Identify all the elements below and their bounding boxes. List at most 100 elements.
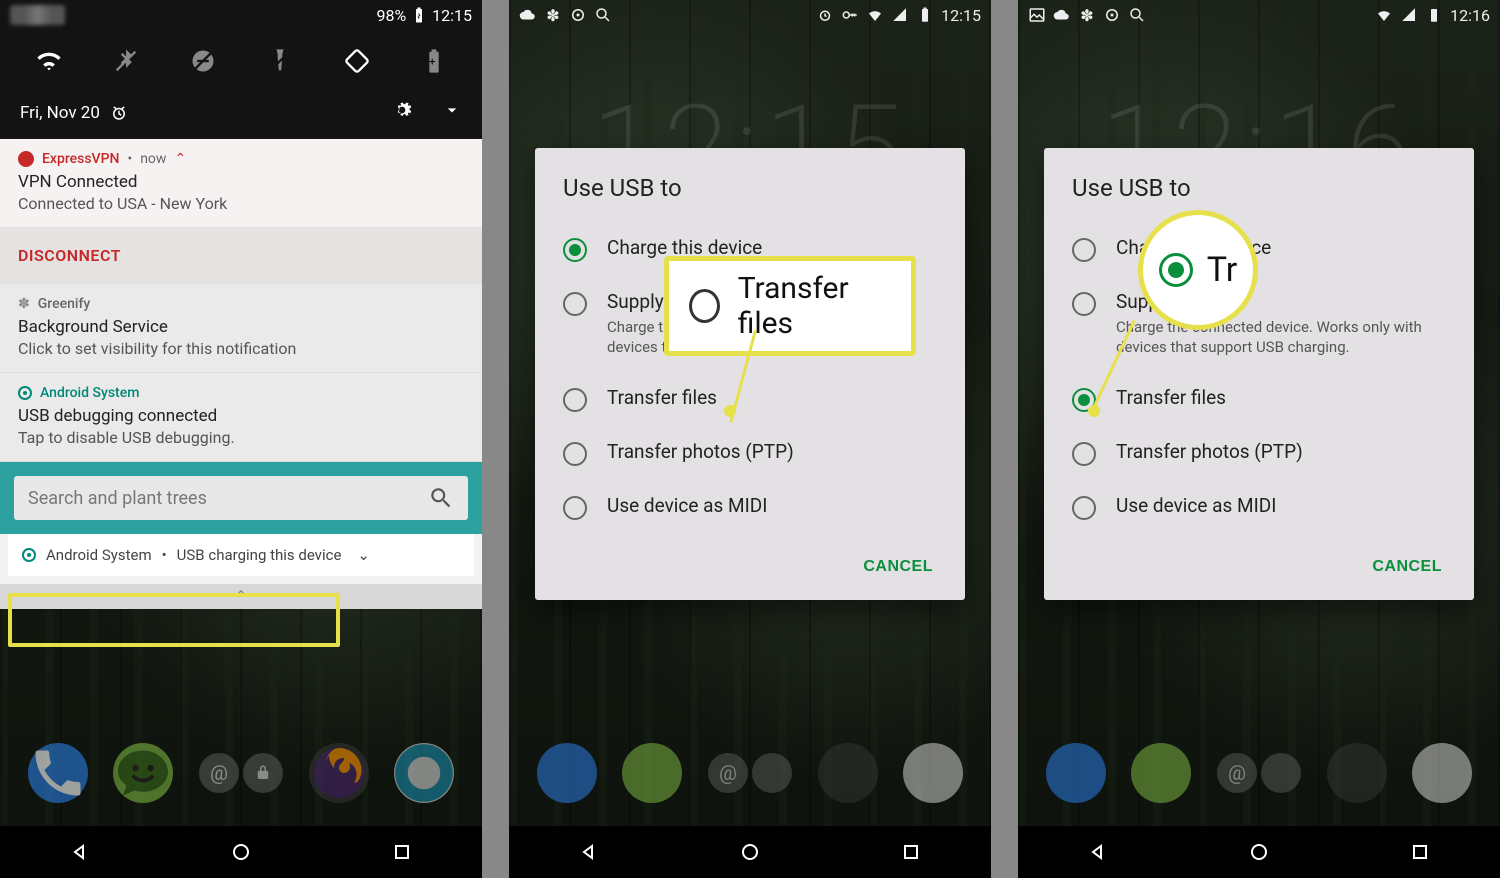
image-icon	[1028, 6, 1046, 24]
battery-percent: 98%	[376, 6, 406, 25]
leaf-icon: ✽	[1078, 6, 1096, 24]
recents-button[interactable]	[895, 836, 927, 868]
radio-icon	[1072, 496, 1096, 520]
wifi-toggle[interactable]	[33, 45, 65, 77]
notif-when: now	[140, 151, 166, 167]
status-time: 12:15	[432, 6, 472, 25]
leaf-icon: ✽	[544, 6, 562, 24]
radio-label: Transfer photos (PTP)	[1116, 440, 1303, 463]
radio-icon	[1072, 238, 1096, 262]
quick-settings-header: 98% 12:15 Fri, Nov 20	[0, 0, 482, 139]
firefox-app-icon[interactable]	[818, 743, 878, 803]
wifi-icon	[1375, 6, 1393, 24]
nav-bar	[509, 826, 991, 878]
radio-midi[interactable]: Use device as MIDI	[1072, 480, 1446, 534]
lock-app-icon[interactable]	[243, 753, 283, 793]
phone-2-usb-dialog-select: 12:15 ✽ 12:15 @ Use USB to Cha	[509, 0, 991, 878]
search-icon	[1128, 6, 1146, 24]
radio-selected-icon	[1159, 253, 1193, 287]
callout-dot	[724, 405, 736, 417]
usb-dialog: Use USB to Charge this device Supply pow…	[535, 148, 965, 600]
browser-app-icon[interactable]	[394, 743, 454, 803]
expand-icon[interactable]	[442, 100, 462, 125]
battery-charging-icon	[1425, 6, 1443, 24]
collapsed-app: Android System	[46, 546, 152, 564]
phone-app-icon[interactable]	[28, 743, 88, 803]
quick-settings-row	[0, 30, 482, 92]
back-button[interactable]	[64, 836, 96, 868]
recents-button[interactable]	[386, 836, 418, 868]
email-app-icon[interactable]: @	[708, 753, 748, 793]
cancel-button[interactable]: CANCEL	[1362, 550, 1452, 584]
search-input[interactable]: Search and plant trees	[14, 476, 468, 520]
phone-app-icon[interactable]	[1046, 743, 1106, 803]
callout-dot	[1088, 405, 1100, 417]
nav-bar	[0, 826, 482, 878]
notification-greenify[interactable]: ✽Greenify Background Service Click to se…	[0, 284, 482, 373]
phone-1-notification-shade: 12:15 @ 98% 12:15	[0, 0, 482, 878]
dock: @	[1018, 728, 1500, 818]
dock: @	[0, 728, 482, 818]
email-app-icon[interactable]: @	[1217, 753, 1257, 793]
cancel-button[interactable]: CANCEL	[853, 550, 943, 584]
notification-expressvpn[interactable]: ExpressVPN • now ⌃ VPN Connected Connect…	[0, 139, 482, 228]
radio-icon	[563, 238, 587, 262]
notif-text: Click to set visibility for this notific…	[18, 339, 464, 358]
phone-app-icon[interactable]	[537, 743, 597, 803]
nav-bar	[1018, 826, 1500, 878]
signal-icon	[1400, 6, 1418, 24]
lock-app-icon[interactable]	[1261, 753, 1301, 793]
notification-adb[interactable]: Android System USB debugging connected T…	[0, 373, 482, 462]
battery-saver-toggle[interactable]	[418, 45, 450, 77]
vpn-disconnect-action[interactable]: DISCONNECT	[0, 228, 482, 284]
home-button[interactable]	[225, 836, 257, 868]
lock-app-icon[interactable]	[752, 753, 792, 793]
radio-icon	[563, 292, 587, 316]
shade-handle[interactable]: ⌃	[0, 584, 482, 609]
status-bar: ✽ 12:15	[509, 0, 991, 30]
notification-shade: 98% 12:15 Fri, Nov 20	[0, 0, 482, 609]
messages-app-icon[interactable]	[113, 743, 173, 803]
radio-supply-power[interactable]: Supply powerCharge the connected device.…	[1072, 276, 1446, 372]
carrier-label	[10, 5, 65, 25]
home-button[interactable]	[734, 836, 766, 868]
callout-transfer-files: Transfer files	[664, 256, 916, 356]
browser-app-icon[interactable]	[1412, 743, 1472, 803]
vpn-key-icon	[1350, 6, 1368, 24]
radio-charge-device[interactable]: Charge this device	[1072, 222, 1446, 276]
radio-label: Use device as MIDI	[607, 494, 767, 517]
back-button[interactable]	[1082, 836, 1114, 868]
alarm-icon	[816, 6, 834, 24]
collapse-icon[interactable]: ⌃	[174, 151, 186, 167]
email-app-icon[interactable]: @	[199, 753, 239, 793]
recents-button[interactable]	[1404, 836, 1436, 868]
status-time: 12:15	[941, 6, 981, 25]
dnd-toggle[interactable]	[187, 45, 219, 77]
home-button[interactable]	[1243, 836, 1275, 868]
radio-transfer-photos[interactable]: Transfer photos (PTP)	[1072, 426, 1446, 480]
rotate-toggle[interactable]	[341, 45, 373, 77]
battery-charging-icon	[410, 6, 428, 24]
flashlight-toggle[interactable]	[264, 45, 296, 77]
android-system-icon	[22, 548, 36, 562]
firefox-app-icon[interactable]	[309, 743, 369, 803]
dialog-title: Use USB to	[1044, 148, 1474, 222]
shade-date: Fri, Nov 20	[20, 103, 100, 123]
radio-transfer-files[interactable]: Transfer files	[563, 372, 937, 426]
signal-icon	[891, 6, 909, 24]
firefox-app-icon[interactable]	[1327, 743, 1387, 803]
dock: @	[509, 728, 991, 818]
settings-icon[interactable]	[392, 100, 412, 125]
browser-app-icon[interactable]	[903, 743, 963, 803]
messages-app-icon[interactable]	[622, 743, 682, 803]
radio-transfer-files[interactable]: Transfer files	[1072, 372, 1446, 426]
radio-transfer-photos[interactable]: Transfer photos (PTP)	[563, 426, 937, 480]
radio-midi[interactable]: Use device as MIDI	[563, 480, 937, 534]
target-icon	[569, 6, 587, 24]
notif-app-name: Greenify	[38, 296, 91, 312]
back-button[interactable]	[573, 836, 605, 868]
messages-app-icon[interactable]	[1131, 743, 1191, 803]
bluetooth-toggle[interactable]	[110, 45, 142, 77]
callout-label: Transfer files	[738, 271, 891, 341]
notification-usb-collapsed[interactable]: Android System • USB charging this devic…	[8, 534, 474, 576]
